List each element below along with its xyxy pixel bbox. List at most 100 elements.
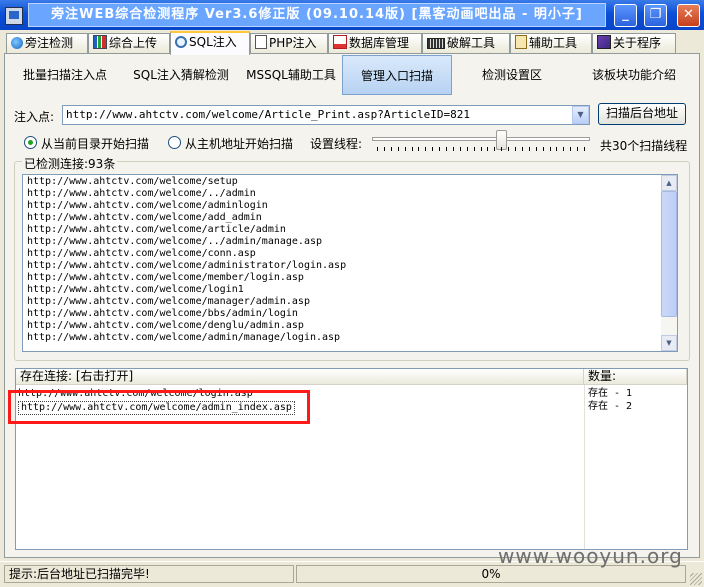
slider-tick bbox=[432, 147, 433, 151]
slider-tick bbox=[584, 147, 585, 151]
search-icon bbox=[175, 36, 187, 48]
subtab-settings[interactable]: 检测设置区 bbox=[452, 55, 572, 95]
subtab-sql-guess[interactable]: SQL注入猜解检测 bbox=[122, 55, 240, 95]
scroll-down-icon[interactable]: ▼ bbox=[661, 335, 677, 351]
checked-link-item[interactable]: http://www.ahtctv.com/welcome/article/ad… bbox=[23, 224, 677, 236]
checked-link-item[interactable]: http://www.ahtctv.com/welcome/denglu/adm… bbox=[23, 320, 677, 332]
checked-link-item[interactable]: http://www.ahtctv.com/welcome/setup bbox=[23, 176, 677, 188]
slider-tick bbox=[377, 147, 378, 151]
tab-crack-tools[interactable]: 破解工具 bbox=[422, 33, 510, 53]
slider-tick bbox=[529, 147, 530, 151]
checked-link-item[interactable]: http://www.ahtctv.com/welcome/../admin bbox=[23, 188, 677, 200]
slider-tick bbox=[570, 147, 571, 151]
slider-tick bbox=[501, 147, 502, 151]
checked-link-item[interactable]: http://www.ahtctv.com/welcome/manager/ad… bbox=[23, 296, 677, 308]
tab-label: 辅助工具 bbox=[529, 36, 578, 50]
checked-link-item[interactable]: http://www.ahtctv.com/welcome/adminlogin bbox=[23, 200, 677, 212]
checked-link-item[interactable]: http://www.ahtctv.com/welcome/login1 bbox=[23, 284, 677, 296]
slider-tick bbox=[577, 147, 578, 151]
slider-tick bbox=[439, 147, 440, 151]
clipboard-icon bbox=[515, 35, 527, 49]
checked-links-list[interactable]: http://www.ahtctv.com/welcome/setup http:… bbox=[22, 174, 678, 352]
found-row-1-status: 存在 - 1 bbox=[588, 388, 633, 399]
radio-host[interactable] bbox=[168, 136, 181, 149]
slider-tick bbox=[556, 147, 557, 151]
checked-link-item[interactable]: http://www.ahtctv.com/welcome/member/log… bbox=[23, 272, 677, 284]
tab-sql-injection[interactable]: SQL注入 bbox=[170, 31, 250, 55]
checked-link-item[interactable]: http://www.ahtctv.com/welcome/conn.asp bbox=[23, 248, 677, 260]
tab-about[interactable]: 关于程序 bbox=[592, 33, 676, 53]
app-icon[interactable] bbox=[5, 7, 23, 25]
checked-link-item[interactable]: http://www.ahtctv.com/welcome/../admin/m… bbox=[23, 236, 677, 248]
tab-helper-tools[interactable]: 辅助工具 bbox=[510, 33, 592, 53]
column-divider bbox=[584, 385, 585, 549]
scan-admin-button[interactable]: 扫描后台地址 bbox=[598, 103, 686, 125]
slider-tick bbox=[453, 147, 454, 151]
resize-grip[interactable] bbox=[690, 573, 702, 585]
subtab-mssql-tools[interactable]: MSSQL辅助工具 bbox=[240, 55, 342, 95]
close-button[interactable]: ✕ bbox=[677, 4, 700, 27]
tab-label: 数据库管理 bbox=[349, 36, 410, 50]
slider-tick bbox=[508, 147, 509, 151]
tab-label: 关于程序 bbox=[613, 36, 662, 50]
database-icon bbox=[333, 35, 347, 49]
tab-label: PHP注入 bbox=[269, 36, 317, 50]
slider-tick bbox=[481, 147, 482, 151]
tab-database-manager[interactable]: 数据库管理 bbox=[328, 33, 422, 53]
tab-upload[interactable]: 综合上传 bbox=[88, 33, 170, 53]
watermark: www.wooyun.org bbox=[498, 544, 683, 568]
vertical-scrollbar[interactable]: ▲ ▼ bbox=[661, 175, 677, 351]
checked-links-lines: http://www.ahtctv.com/welcome/setup http:… bbox=[23, 175, 677, 344]
slider-tick bbox=[412, 147, 413, 151]
document-icon bbox=[255, 35, 267, 49]
slider-tick bbox=[543, 147, 544, 151]
subtab-batch-scan[interactable]: 批量扫描注入点 bbox=[8, 55, 122, 95]
tab-label: 综合上传 bbox=[109, 36, 158, 50]
slider-tick bbox=[391, 147, 392, 151]
tab-label: SQL注入 bbox=[189, 35, 237, 49]
slider-tick bbox=[460, 147, 461, 151]
checked-link-item[interactable]: http://www.ahtctv.com/welcome/add_admin bbox=[23, 212, 677, 224]
scroll-up-icon[interactable]: ▲ bbox=[661, 175, 677, 191]
subtab-intro[interactable]: 该板块功能介绍 bbox=[572, 55, 696, 95]
slider-tick bbox=[405, 147, 406, 151]
checked-link-item[interactable]: http://www.ahtctv.com/welcome/bbs/admin/… bbox=[23, 308, 677, 320]
slider-tick bbox=[563, 147, 564, 151]
threads-summary: 共30个扫描线程 bbox=[600, 139, 688, 153]
checked-link-item[interactable]: http://www.ahtctv.com/welcome/administra… bbox=[23, 260, 677, 272]
title-bar[interactable]: 旁注WEB综合检测程序 Ver3.6修正版 (09.10.14版) [黑客动画吧… bbox=[0, 0, 704, 30]
threads-slider-track[interactable] bbox=[372, 137, 590, 141]
threads-label: 设置线程: bbox=[310, 137, 363, 151]
checked-link-item[interactable]: http://www.ahtctv.com/welcome/admin/mana… bbox=[23, 332, 677, 344]
injection-label: 注入点: bbox=[14, 110, 55, 124]
tab-php-injection[interactable]: PHP注入 bbox=[250, 33, 328, 53]
checked-links-label: 已检测连接:93条 bbox=[22, 155, 118, 172]
slider-tick bbox=[522, 147, 523, 151]
slider-tick bbox=[384, 147, 385, 151]
slider-tick bbox=[474, 147, 475, 151]
tab-label: 破解工具 bbox=[447, 36, 496, 50]
slider-tick bbox=[425, 147, 426, 151]
scroll-thumb[interactable] bbox=[661, 191, 677, 317]
chevron-down-icon[interactable]: ▼ bbox=[572, 106, 589, 124]
slider-tick bbox=[515, 147, 516, 151]
tab-label: 旁注检测 bbox=[25, 36, 74, 50]
keyboard-icon bbox=[427, 38, 445, 49]
column-header-count[interactable]: 数量: bbox=[584, 369, 687, 385]
injection-url-input[interactable]: http://www.ahtctv.com/welcome/Article_Pr… bbox=[62, 105, 590, 125]
restore-button[interactable]: ❐ bbox=[644, 4, 667, 27]
tab-sidenote-check[interactable]: 旁注检测 bbox=[6, 33, 88, 53]
book-icon bbox=[597, 35, 611, 49]
radio-host-label[interactable]: 从主机地址开始扫描 bbox=[185, 135, 293, 152]
main-tab-strip: 旁注检测 综合上传 SQL注入 PHP注入 数据库管理 破解工具 辅助工具 关于… bbox=[4, 31, 700, 55]
radio-current-dir[interactable] bbox=[24, 136, 37, 149]
chart-icon bbox=[93, 35, 107, 49]
slider-tick bbox=[487, 147, 488, 151]
subtab-admin-scan[interactable]: 管理入口扫描 bbox=[342, 55, 452, 95]
slider-tick bbox=[398, 147, 399, 151]
minimize-button[interactable]: _ bbox=[614, 4, 637, 27]
found-row-2-status: 存在 - 2 bbox=[588, 401, 633, 412]
column-header-link[interactable]: 存在连接: [右击打开] bbox=[16, 369, 584, 385]
radio-current-dir-label[interactable]: 从当前目录开始扫描 bbox=[41, 135, 149, 152]
slider-tick bbox=[467, 147, 468, 151]
